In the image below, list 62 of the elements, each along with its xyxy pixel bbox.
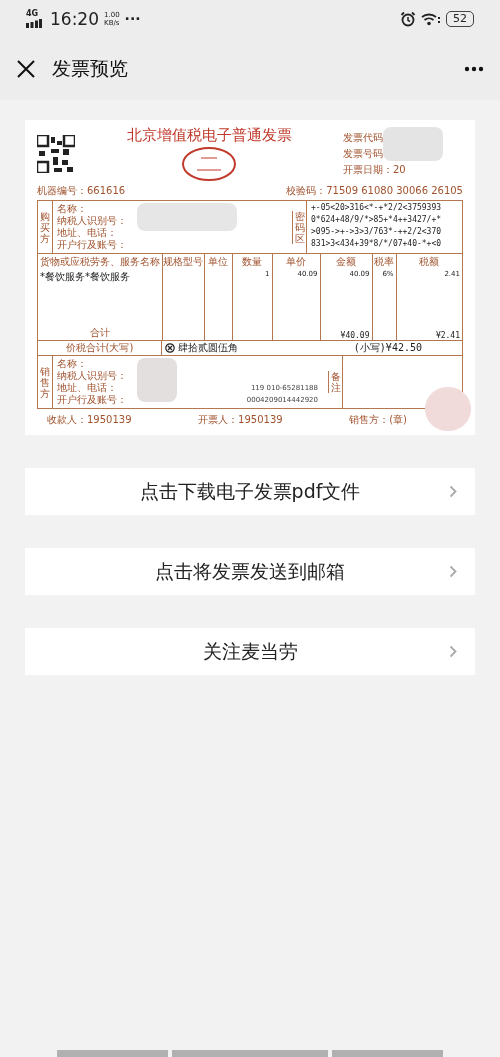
signal-icon: [26, 19, 42, 28]
column-header: 规格型号: [162, 254, 204, 270]
field-label: 名称：: [57, 203, 87, 215]
action-button[interactable]: 点击下载电子发票pdf文件: [25, 468, 475, 515]
column-header: 税率: [372, 254, 396, 270]
field-label: 地址、电话：: [57, 227, 117, 239]
clock-time: 16:20: [50, 9, 99, 29]
redaction-blur: [425, 387, 471, 431]
page-title: 发票预览: [52, 56, 129, 81]
alarm-icon: [400, 11, 416, 27]
field-label: 地址、电话：: [57, 382, 117, 394]
invoice-meta-field: 校验码：71509 61080 30066 26105: [286, 184, 463, 198]
amount-in-words: 肆拾贰圆伍角: [178, 341, 238, 355]
cipher-line: 831>3<434+39*8/*/07+40-*+<0: [311, 238, 443, 250]
invoice-meta-field: 发票号码: [343, 147, 383, 161]
cipher-line: >095->+->3>3/763*-++2/2<370: [311, 226, 443, 238]
chevron-icon: [449, 565, 457, 578]
machine-number: 机器编号：661616: [37, 184, 126, 198]
invoice-meta-field: 发票代码: [343, 131, 383, 145]
total-amount: ¥40.09: [340, 331, 370, 340]
qr-code-icon: [37, 135, 75, 173]
field-label: 纳税人识别号：: [57, 370, 127, 382]
column-header: 金额: [320, 254, 372, 270]
more-menu-icon[interactable]: [464, 66, 484, 72]
chevron-icon: [449, 645, 457, 658]
action-button[interactable]: 点击将发票发送到邮箱: [25, 548, 475, 595]
crossed-circle-icon: [165, 343, 175, 353]
chevron-icon: [449, 485, 457, 498]
battery-indicator: 52: [446, 11, 474, 27]
total-tax: ¥2.41: [435, 331, 460, 340]
column-header: 单价: [272, 254, 320, 270]
section-label: 密码区: [291, 210, 307, 244]
stamp-drawing: [181, 146, 237, 182]
redaction-blur: [137, 358, 177, 402]
action-button[interactable]: 关注麦当劳: [25, 628, 475, 675]
cipher-line: 0*624+48/9/*>85+*4++3427/+*: [311, 214, 443, 226]
signature-field: 开票人：1950139: [198, 413, 283, 427]
signature-field: 收款人：1950139: [47, 413, 132, 427]
column-header: 数量: [232, 254, 272, 270]
invoice-meta-field: 开票日期：20: [343, 163, 406, 177]
network-type: 4G: [26, 10, 39, 18]
signature-field: 销售方：(章): [349, 413, 407, 427]
close-icon[interactable]: [16, 59, 36, 79]
cipher-line: +-05<20>316<*-+*2/2<3759393: [311, 202, 443, 214]
column-header: 税额: [396, 254, 462, 270]
section-label: 购买方: [40, 210, 50, 244]
field-label: 纳税人识别号：: [57, 215, 127, 227]
invoice-title: 北京增值税电子普通发票: [126, 126, 292, 145]
total-label: 合计: [89, 327, 110, 338]
notification-dots: ···: [124, 11, 141, 27]
item-name: *餐饮服务*餐饮服务: [40, 271, 130, 282]
column-header: 单位: [204, 254, 232, 270]
redaction-blur: [383, 127, 443, 161]
amount-in-figures: (小写)¥42.50: [353, 341, 423, 355]
wifi-icon: [421, 12, 441, 26]
column-header: 货物或应税劳务、服务名称: [38, 254, 162, 270]
section-label: 备注: [327, 371, 343, 393]
field-label: 开户行及账号：: [57, 394, 127, 406]
sum-label: 价税合计(大写): [38, 341, 162, 355]
field-label: 开户行及账号：: [57, 239, 127, 251]
field-label: 名称：: [57, 358, 87, 370]
section-label: 销售方: [40, 365, 50, 399]
